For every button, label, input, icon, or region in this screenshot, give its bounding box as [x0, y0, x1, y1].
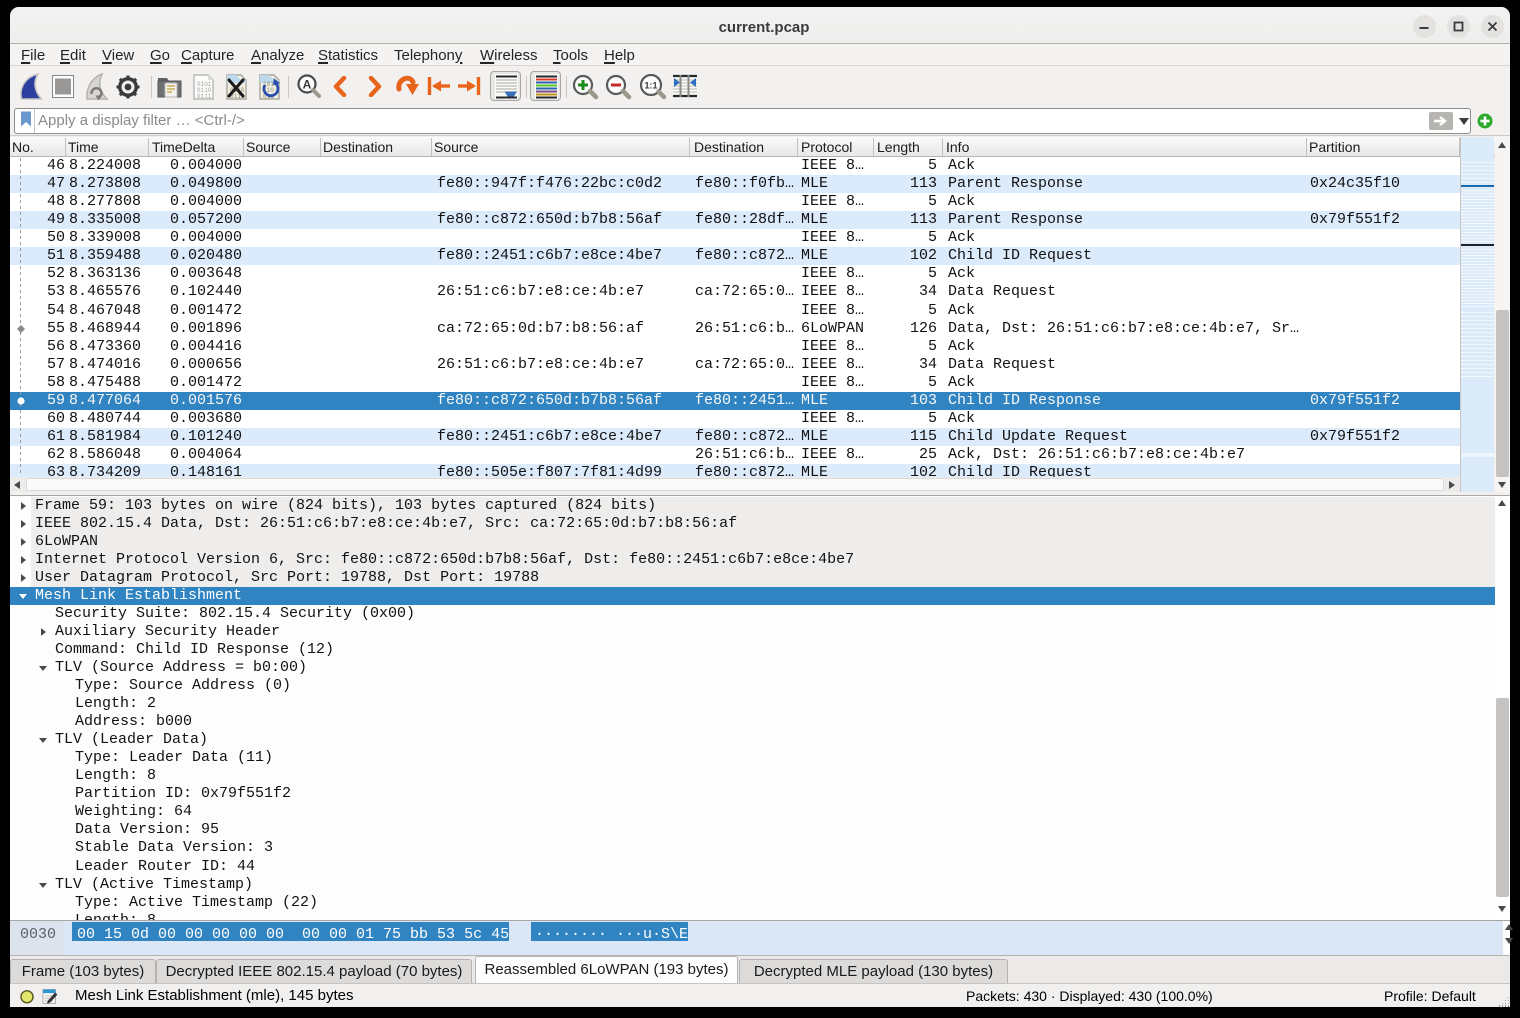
- svg-text:0111: 0111: [197, 93, 212, 100]
- svg-text:1:1: 1:1: [644, 81, 657, 91]
- svg-text:A: A: [303, 78, 312, 92]
